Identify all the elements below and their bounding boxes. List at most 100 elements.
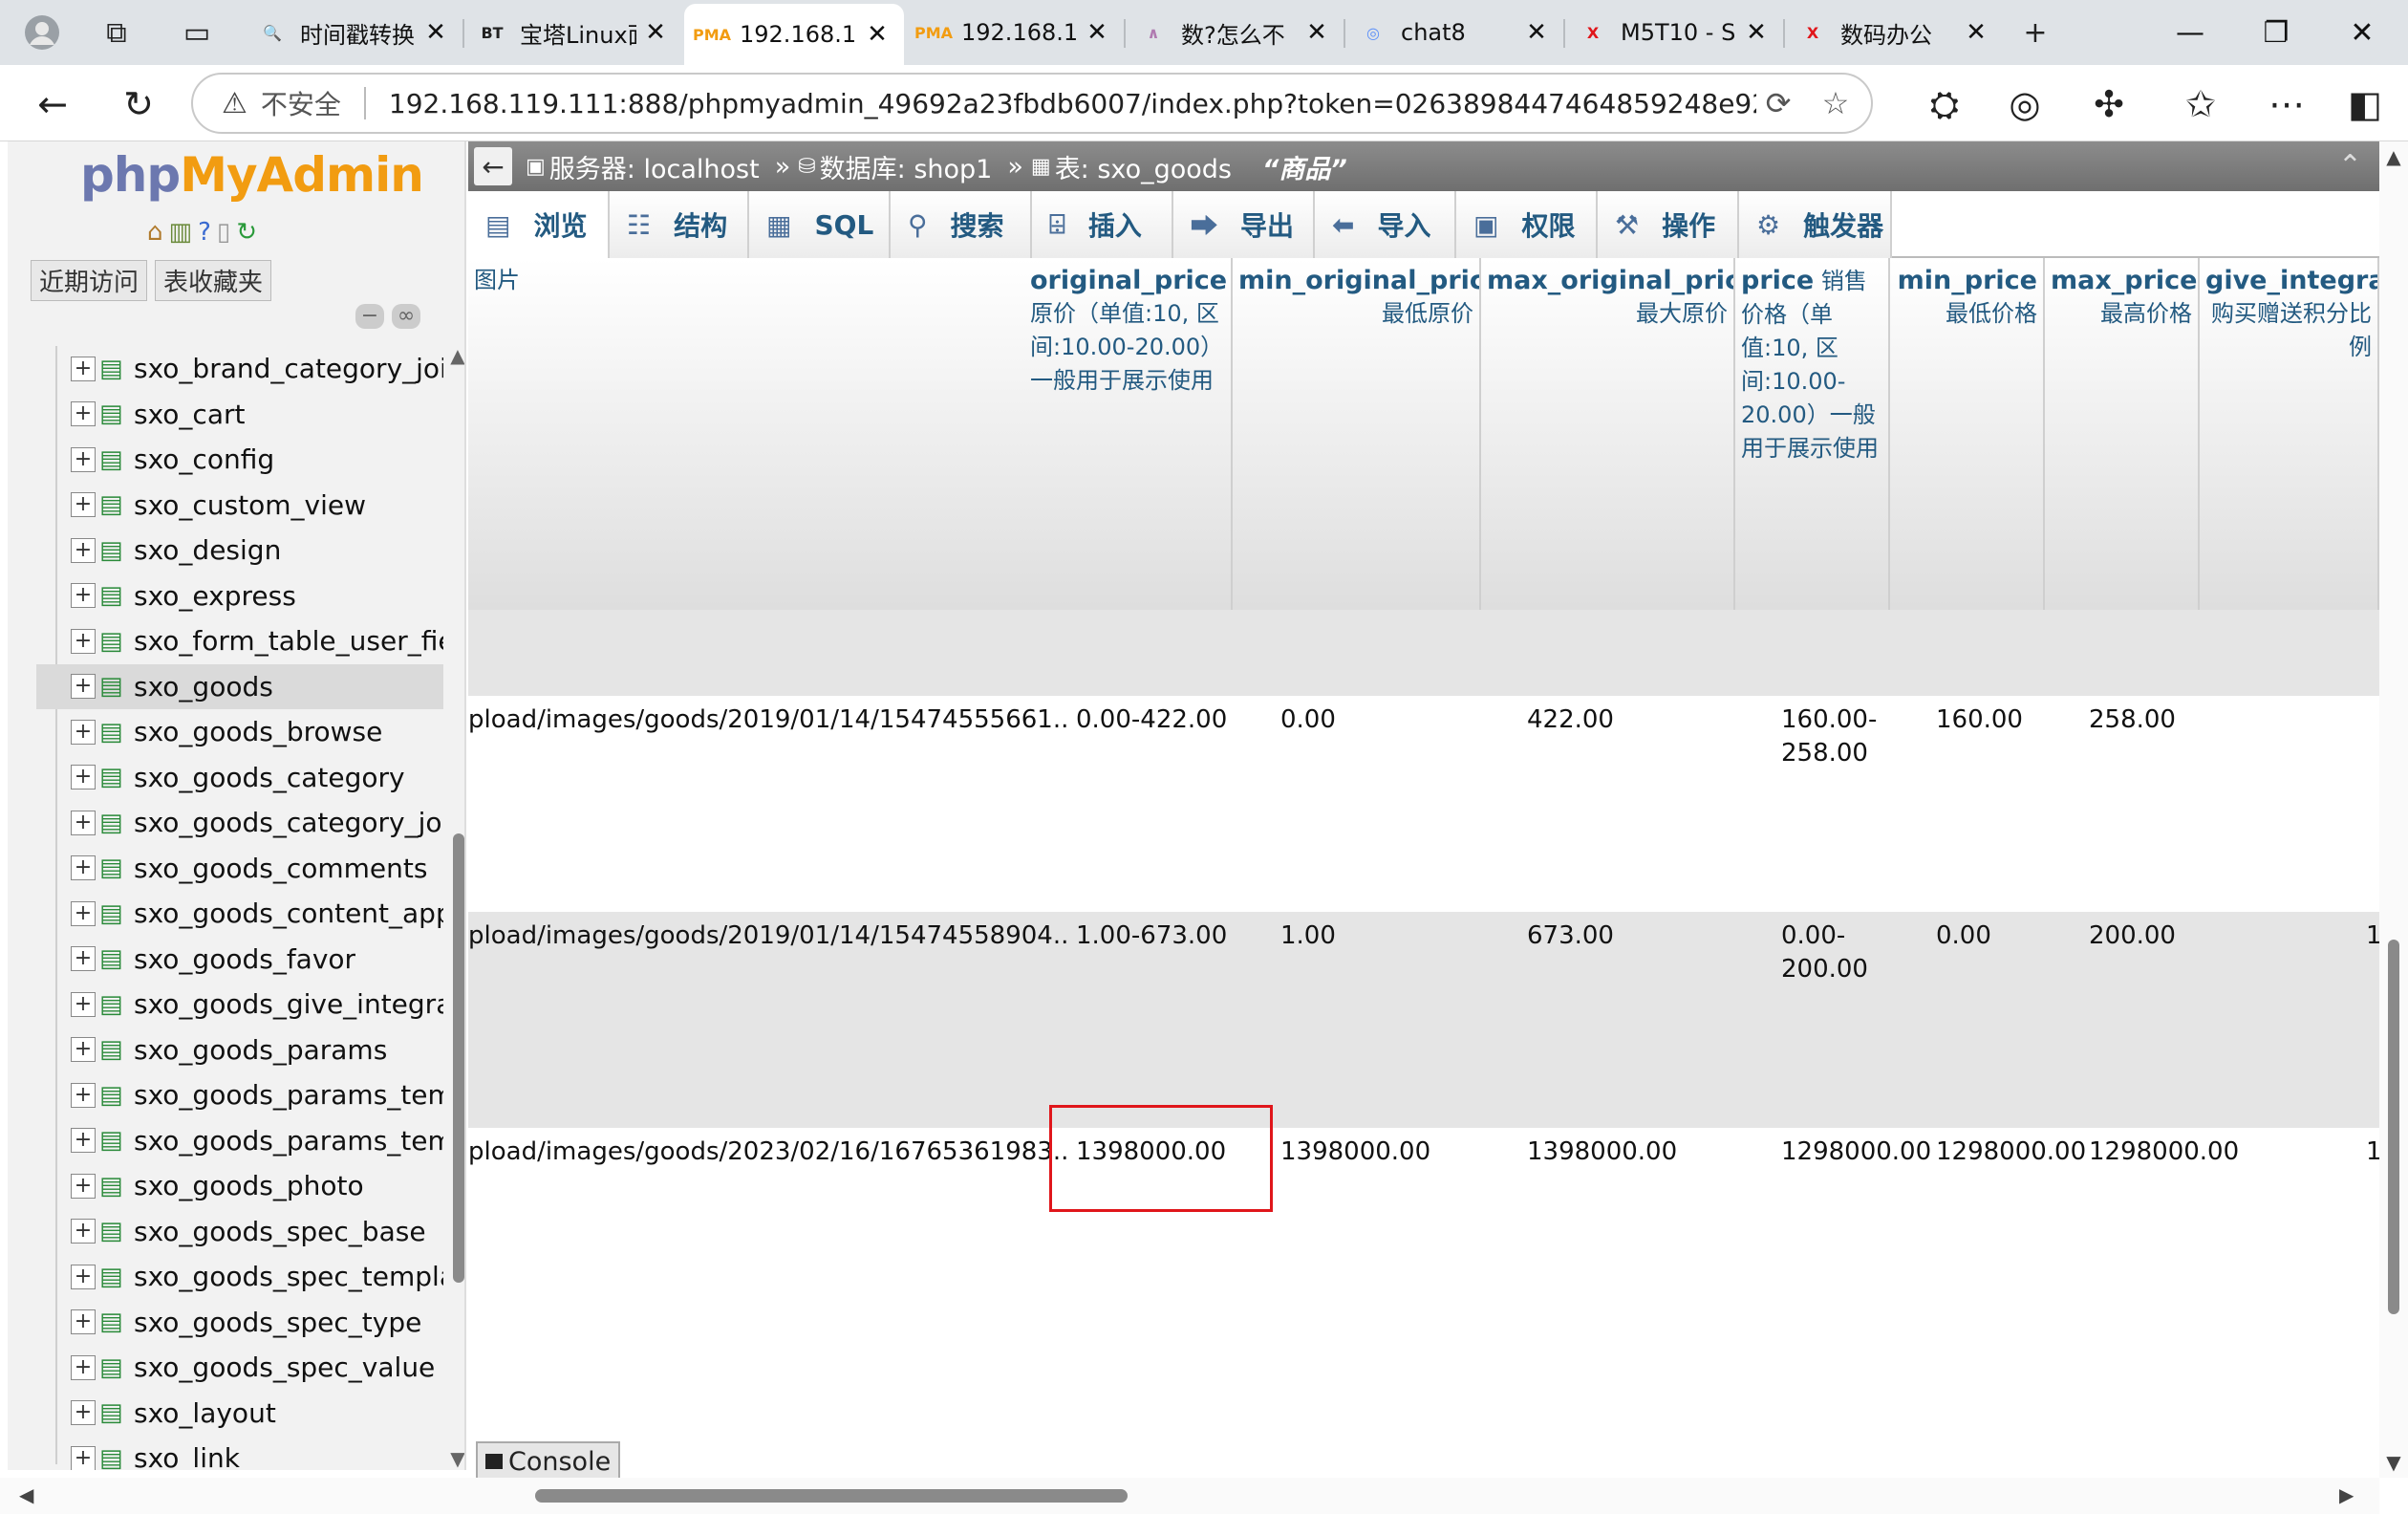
table-structure-icon[interactable]: ▤ [99, 1081, 134, 1110]
close-tab-icon[interactable]: ✕ [1084, 18, 1110, 47]
tree-item-sxo_goods_give_integral_log[interactable]: +▤sxo_goods_give_integral_log [36, 982, 443, 1027]
browser-tab[interactable]: X M5T10 - S ✕ [1565, 6, 1783, 59]
tab-insert[interactable]: ⌹ 插入 [1032, 191, 1173, 258]
expand-plus-icon[interactable]: + [71, 401, 96, 427]
table-structure-icon[interactable]: ▤ [99, 809, 134, 837]
tab-browse[interactable]: ▤ 浏览 [468, 191, 610, 258]
table-cell[interactable]: 0.00 [1280, 703, 1336, 737]
table-cell[interactable]: pload/images/goods/2023/02/16/1676536198… [468, 1136, 1068, 1169]
breadcrumb-table[interactable]: ▦ 表: sxo_goods [1031, 148, 1232, 185]
expand-plus-icon[interactable]: + [71, 446, 96, 472]
tab-sql[interactable]: ▦ SQL [749, 191, 891, 258]
expand-plus-icon[interactable]: + [71, 855, 96, 881]
page-scroll-thumb[interactable] [2388, 940, 2399, 1314]
tree-item-sxo_link[interactable]: + ▤ sxo_link [36, 1436, 443, 1470]
expand-plus-icon[interactable]: + [71, 628, 96, 654]
expand-plus-icon[interactable]: + [71, 946, 96, 972]
browser-tab[interactable]: BT 宝塔Linux面板✕ [464, 6, 682, 59]
scroll-down-icon[interactable]: ▼ [449, 1447, 464, 1470]
tab-search[interactable]: ⚲ 搜索 [891, 191, 1032, 258]
table-cell[interactable]: 673.00 [1527, 919, 1614, 953]
scroll-up-icon[interactable]: ▲ [2379, 145, 2408, 168]
tree-item-sxo_custom_view[interactable]: + ▤ sxo_custom_view [36, 483, 443, 529]
close-tab-icon[interactable]: ✕ [1523, 18, 1550, 47]
column-header[interactable]: 图片 [468, 258, 1024, 610]
sidebar-toggle-icon[interactable]: ◧ [2341, 80, 2389, 128]
link-with-main-icon[interactable]: ∞ [392, 304, 420, 329]
expand-plus-icon[interactable]: + [71, 1264, 96, 1289]
tree-item-sxo_design[interactable]: + ▤ sxo_design [36, 528, 443, 573]
browser-tab[interactable]: ∧ 数?怎么不 ✕ [1126, 6, 1344, 59]
expand-plus-icon[interactable]: + [71, 492, 96, 518]
page-vertical-scrollbar[interactable]: ▲ ▼ [2379, 141, 2408, 1478]
expand-plus-icon[interactable]: + [71, 1309, 96, 1335]
table-structure-icon[interactable]: ▤ [99, 718, 134, 746]
table-structure-icon[interactable]: ▤ [99, 1126, 134, 1155]
tree-item-sxo_goods_params_template_config[interactable]: +▤sxo_goods_params_template_config [36, 1118, 443, 1164]
table-structure-icon[interactable]: ▤ [99, 1308, 134, 1336]
expand-plus-icon[interactable]: + [71, 1082, 96, 1108]
favorite-tables-button[interactable]: 表收藏夹 [155, 260, 272, 301]
extensions-puzzle-icon[interactable]: ✣ [2085, 80, 2133, 128]
column-header[interactable]: max_original_price 最大原价 [1481, 258, 1735, 610]
expand-plus-icon[interactable]: + [71, 537, 96, 563]
back-icon[interactable]: ← [29, 80, 76, 128]
table-cell[interactable]: pload/images/goods/2019/01/14/1547455566… [468, 703, 1068, 737]
tab-export[interactable]: ⮕ 导出 [1173, 191, 1315, 258]
table-cell[interactable]: 0.00-422.00 [1076, 703, 1227, 737]
table-cell[interactable]: 0.00-200.00 [1781, 919, 1886, 986]
docs-icon[interactable]: ▯ [217, 218, 230, 247]
tree-item-sxo_goods_browse[interactable]: + ▤ sxo_goods_browse [36, 709, 443, 755]
scroll-left-icon[interactable]: ◀ [19, 1483, 33, 1506]
browser-tab[interactable]: PMA 192.168.119.111✕ [906, 6, 1124, 59]
table-cell[interactable]: 0.00 [1936, 919, 1991, 953]
table-structure-icon[interactable]: ▤ [99, 1353, 134, 1382]
table-structure-icon[interactable]: ▤ [99, 355, 134, 383]
column-name[interactable]: max_price [2051, 264, 2197, 297]
tree-item-sxo_goods_favor[interactable]: + ▤ sxo_goods_favor [36, 937, 443, 983]
column-header[interactable]: max_price 最高价格 [2045, 258, 2200, 610]
table-structure-icon[interactable]: ▤ [99, 1263, 134, 1291]
table-structure-icon[interactable]: ▤ [99, 536, 134, 565]
browser-tab[interactable]: ◎ chat8 ✕ [1345, 6, 1563, 59]
expand-plus-icon[interactable]: + [71, 1128, 96, 1154]
tab-actions-icon[interactable]: ▭ [176, 11, 218, 54]
close-tab-icon[interactable]: ✕ [1963, 18, 1989, 47]
tab-wrench[interactable]: ⚒ 操作 [1598, 191, 1739, 258]
tree-item-sxo_goods_spec_value[interactable]: + ▤ sxo_goods_spec_value [36, 1345, 443, 1391]
home-icon[interactable]: ⌂ [147, 218, 163, 247]
expand-plus-icon[interactable]: + [71, 1037, 96, 1063]
table-cell[interactable]: 1.00 [1280, 919, 1336, 953]
page-horizontal-scrollbar[interactable]: ◀ ▶ [0, 1478, 2379, 1514]
expand-plus-icon[interactable]: + [71, 583, 96, 609]
column-name[interactable]: max_original_price [1487, 264, 1733, 297]
record-icon[interactable]: ◎ [2001, 80, 2049, 128]
tree-item-sxo_goods_spec_base[interactable]: + ▤ sxo_goods_spec_base [36, 1209, 443, 1255]
table-cell[interactable]: 1.00-673.00 [1076, 919, 1227, 953]
close-tab-icon[interactable]: ✕ [642, 18, 669, 47]
table-structure-icon[interactable]: ▤ [99, 1035, 134, 1064]
address-bar[interactable]: ⚠ 不安全 192.168.119.111:888/phpmyadmin_496… [191, 73, 1873, 134]
table-structure-icon[interactable]: ▤ [99, 445, 134, 474]
help-icon[interactable]: ? [198, 218, 211, 247]
tree-item-sxo_goods_params[interactable]: + ▤ sxo_goods_params [36, 1027, 443, 1073]
table-structure-icon[interactable]: ▤ [99, 1172, 134, 1200]
tree-item-sxo_form_table_user_fields[interactable]: +▤sxo_form_table_user_fields [36, 618, 443, 664]
column-name[interactable]: min_price [1896, 264, 2037, 297]
table-structure-icon[interactable]: ▤ [99, 899, 134, 928]
refresh-icon[interactable]: ↻ [236, 218, 257, 247]
nav-scrollbar[interactable]: ▲ ▼ [449, 344, 464, 1470]
table-row[interactable]: pload/images/goods/2023/02/16/1676536198… [468, 1128, 2379, 1344]
expand-plus-icon[interactable]: + [71, 356, 96, 381]
tab-privileges[interactable]: ▣ 权限 [1456, 191, 1598, 258]
expand-plus-icon[interactable]: + [71, 1219, 96, 1244]
expand-plus-icon[interactable]: + [71, 1445, 96, 1470]
table-cell[interactable]: 160.00-258.00 [1781, 703, 1886, 770]
tree-item-sxo_config[interactable]: + ▤ sxo_config [36, 437, 443, 483]
expand-plus-icon[interactable]: + [71, 900, 96, 926]
scroll-down-icon[interactable]: ▼ [2379, 1451, 2408, 1474]
recent-tables-button[interactable]: 近期访问 [31, 260, 148, 301]
expand-plus-icon[interactable]: + [71, 1400, 96, 1426]
tree-item-sxo_layout[interactable]: + ▤ sxo_layout [36, 1391, 443, 1437]
tree-item-sxo_goods[interactable]: + ▤ sxo_goods [36, 663, 443, 709]
